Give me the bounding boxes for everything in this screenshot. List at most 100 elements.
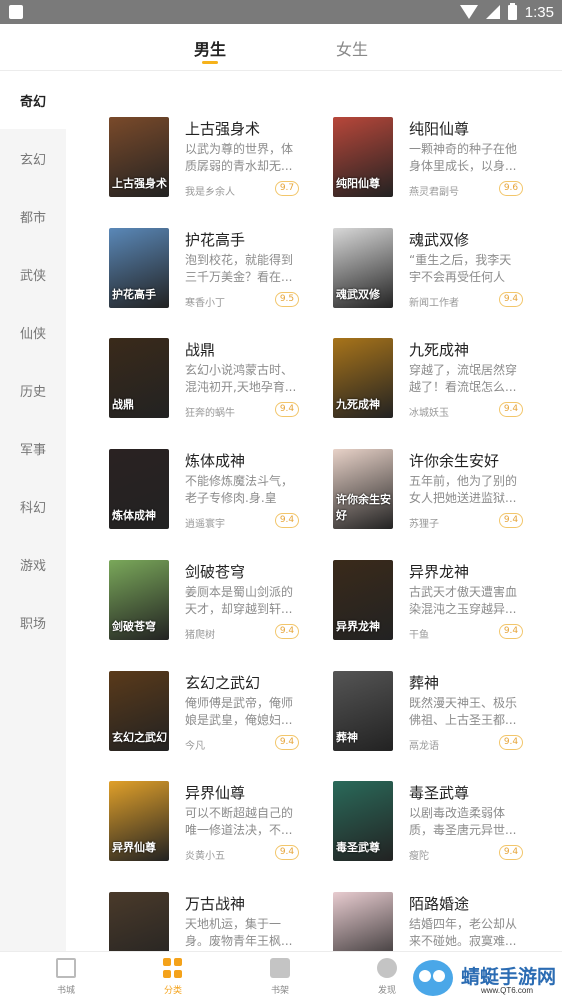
book-title[interactable]: 玄幻之武幻 xyxy=(185,672,260,693)
book-title[interactable]: 异界仙尊 xyxy=(185,782,245,803)
book-author: 瘦陀 xyxy=(409,851,429,862)
book-description: 以剧毒改造柔弱体质，毒圣唐元异世... xyxy=(409,806,517,837)
sidebar-item-xianxia[interactable]: 仙侠 xyxy=(0,303,66,361)
rating-badge: 9.4 xyxy=(499,292,523,307)
book-description: “重生之后，我李天宇不会再受任何人的... xyxy=(409,253,512,284)
book-description: 不能修炼魔法斗气，老子专修肉.身.皇孙... xyxy=(185,474,294,505)
book-cover[interactable]: 九死成神 xyxy=(333,338,393,418)
book-item[interactable]: 剑破苍穹 剑破苍穹 姜厕本是蜀山剑派的天才，却穿越到轩... 猪爬树 9.4 xyxy=(109,560,333,660)
book-title[interactable]: 九死成神 xyxy=(409,339,469,360)
book-title[interactable]: 护花高手 xyxy=(185,229,245,250)
sidebar-item-fantasy[interactable]: 奇幻 xyxy=(0,71,66,129)
book-author: 干鱼 xyxy=(409,630,429,641)
book-cover[interactable]: 万古战神 xyxy=(109,892,169,951)
book-title[interactable]: 毒圣武尊 xyxy=(409,782,469,803)
book-item[interactable]: 护花高手 护花高手 泡到校花，就能得到三千万美金？看在... 寒香小丁 9.5 xyxy=(109,228,333,328)
sidebar-item-history[interactable]: 历史 xyxy=(0,361,66,419)
rating-badge: 9.6 xyxy=(499,181,523,196)
book-author: 鬲龙语 xyxy=(409,741,439,752)
sidebar-item-wuxia[interactable]: 武侠 xyxy=(0,245,66,303)
nav-bookstore[interactable]: 书城 xyxy=(36,952,96,1000)
nav-category[interactable]: 分类 xyxy=(143,952,203,1000)
book-cover[interactable]: 护花高手 xyxy=(109,228,169,308)
book-title[interactable]: 许你余生安好 xyxy=(409,450,499,471)
book-author: 苏狸子 xyxy=(409,519,439,530)
sidebar-item-scifi[interactable]: 科幻 xyxy=(0,477,66,535)
book-item[interactable]: 战鼎 战鼎 玄幻小说鸿蒙古时、混沌初开,天地孕育... 狂奔的蜗牛 9.4 xyxy=(109,338,333,438)
book-cover[interactable]: 纯阳仙尊 xyxy=(333,117,393,197)
book-title[interactable]: 万古战神 xyxy=(185,893,245,914)
book-description: 以武为尊的世界，体质孱弱的青水却无... xyxy=(185,142,294,173)
book-title[interactable]: 异界龙神 xyxy=(409,561,469,582)
cover-title: 魂武双修 xyxy=(336,288,380,301)
book-cover[interactable]: 上古强身术 xyxy=(109,117,169,197)
sidebar-item-urban[interactable]: 都市 xyxy=(0,187,66,245)
active-tab-indicator xyxy=(202,61,218,64)
bookshelf-icon xyxy=(270,958,290,978)
sidebar-item-games[interactable]: 游戏 xyxy=(0,535,66,593)
book-item[interactable]: 炼体成神炼体成神不能修炼魔法斗气，老子专修肉.身.皇孙...逍遥寰宇9.4 xyxy=(109,449,333,549)
nav-label: 分类 xyxy=(163,986,182,996)
book-item[interactable]: 异界仙尊 异界仙尊 可以不断超越自己的唯一修道法决，不... 炎黄小五 9.4 xyxy=(109,781,333,881)
book-item[interactable]: 九死成神 九死成神 穿越了，流氓居然穿越了！看流氓怎么... 冰城妖玉 9.4 xyxy=(333,338,557,438)
nav-discover[interactable]: 发现 xyxy=(357,952,417,1000)
category-grid-icon xyxy=(163,958,183,978)
cover-title: 九死成神 xyxy=(336,398,380,411)
book-description: 一颗神奇的种子在他身体里成长，以身... xyxy=(409,142,518,173)
watermark-logo: 蜻蜓手游网 www.QT6.com xyxy=(413,958,562,1000)
planet-icon xyxy=(377,958,397,978)
nav-label: 发现 xyxy=(377,986,396,996)
book-title[interactable]: 纯阳仙尊 xyxy=(409,118,469,139)
book-description: 泡到校花，就能得到三千万美金？看在... xyxy=(185,253,294,284)
nav-bookshelf[interactable]: 书架 xyxy=(250,952,310,1000)
rating-badge: 9.4 xyxy=(275,402,299,417)
book-item[interactable]: 万古战神万古战神天地机运，集于一身。废物青年王枫... xyxy=(109,892,333,951)
book-cover[interactable]: 异界龙神 xyxy=(333,560,393,640)
book-cover[interactable]: 毒圣武尊 xyxy=(333,781,393,861)
nav-label: 书架 xyxy=(270,986,289,996)
book-author: 燕灵君副号 xyxy=(409,187,459,198)
sidebar-item-military[interactable]: 军事 xyxy=(0,419,66,477)
book-item[interactable]: 纯阳仙尊 纯阳仙尊 一颗神奇的种子在他身体里成长，以身... 燕灵君副号 9.6 xyxy=(333,117,557,217)
watermark-text: 蜻蜓手游网 xyxy=(461,966,557,988)
book-description: 玄幻小说鸿蒙古时、混沌初开,天地孕育... xyxy=(185,363,297,394)
status-bar: 1:35 xyxy=(0,0,562,24)
sidebar-item-xuanhuan[interactable]: 玄幻 xyxy=(0,129,66,187)
book-cover[interactable]: 许你余生安好 xyxy=(333,449,393,529)
book-title[interactable]: 战鼎 xyxy=(185,339,215,360)
book-cover[interactable]: 战鼎 xyxy=(109,338,169,418)
book-item[interactable]: 葬神 葬神 既然漫天神王、极乐佛祖、上古圣王都... 鬲龙语 9.4 xyxy=(333,671,557,771)
book-item[interactable]: 异界龙神 异界龙神 古武天才傲天遭害血染混沌之玉穿越异... 干鱼 9.4 xyxy=(333,560,557,660)
book-cover[interactable]: 葬神 xyxy=(333,671,393,751)
book-item[interactable]: 上古强身术 上古强身术 以武为尊的世界，体质孱弱的青水却无... 我是乡余人 9.7 xyxy=(109,117,333,217)
book-author: 冰城妖玉 xyxy=(409,408,449,419)
book-author: 狂奔的蜗牛 xyxy=(185,408,235,419)
book-item[interactable]: 玄幻之武幻 玄幻之武幻 俺师傅是武帝，俺师娘是武皇，俺媳妇... 今凡 9.4 xyxy=(109,671,333,771)
book-cover[interactable]: 异界仙尊 xyxy=(109,781,169,861)
book-cover[interactable]: 剑破苍穹 xyxy=(109,560,169,640)
book-cover[interactable]: 玄幻之武幻 xyxy=(109,671,169,751)
book-description: 俺师傅是武帝，俺师娘是武皇，俺媳妇... xyxy=(185,696,294,727)
tab-male[interactable]: 男生 xyxy=(194,36,226,60)
book-item[interactable]: 陌路婚途陌路婚途结婚四年，老公却从来不碰她。寂寞难... xyxy=(333,892,557,951)
book-title[interactable]: 炼体成神 xyxy=(185,450,245,471)
signal-icon xyxy=(485,5,500,19)
book-description: 既然漫天神王、极乐佛祖、上古圣王都... xyxy=(409,696,518,727)
book-item[interactable]: 许你余生安好 许你余生安好 五年前，他为了别的女人把她送进监狱... 苏狸子 9.4 xyxy=(333,449,557,549)
book-cover[interactable]: 炼体成神 xyxy=(109,449,169,529)
book-title[interactable]: 上古强身术 xyxy=(185,118,260,139)
sidebar-item-workplace[interactable]: 职场 xyxy=(0,593,66,651)
book-cover[interactable]: 陌路婚途 xyxy=(333,892,393,951)
cover-title: 炼体成神 xyxy=(112,509,156,522)
book-title[interactable]: 剑破苍穹 xyxy=(185,561,245,582)
book-cover[interactable]: 魂武双修 xyxy=(333,228,393,308)
battery-icon xyxy=(507,2,517,20)
book-title[interactable]: 陌路婚途 xyxy=(409,893,469,914)
book-title[interactable]: 魂武双修 xyxy=(409,229,469,250)
book-item[interactable]: 魂武双修魂武双修“重生之后，我李天宇不会再受任何人的...新闻工作者9.4 xyxy=(333,228,557,328)
book-description: 古武天才傲天遭害血染混沌之玉穿越异... xyxy=(409,585,518,616)
tab-female[interactable]: 女生 xyxy=(336,36,368,60)
book-item[interactable]: 毒圣武尊 毒圣武尊 以剧毒改造柔弱体质，毒圣唐元异世... 瘦陀 9.4 xyxy=(333,781,557,881)
book-title[interactable]: 葬神 xyxy=(409,672,439,693)
cover-title: 剑破苍穹 xyxy=(112,620,156,633)
